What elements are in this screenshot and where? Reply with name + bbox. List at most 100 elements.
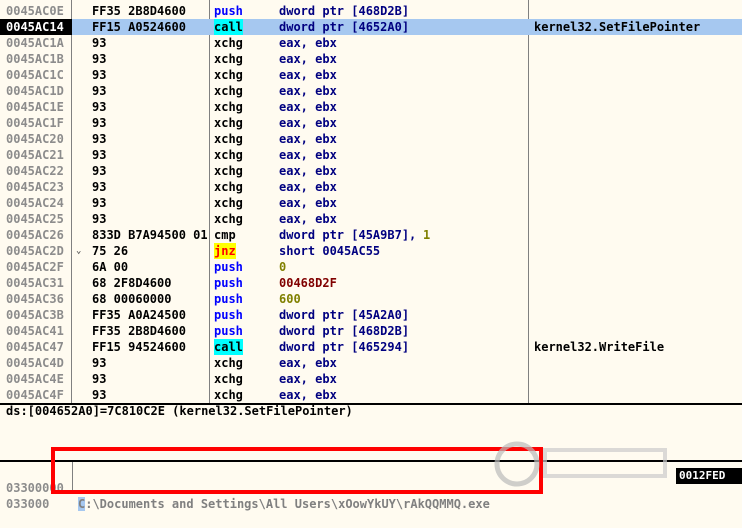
operand-immediate: 1 (423, 228, 431, 242)
hex-bytes: 833D B7A94500 01 (92, 228, 208, 242)
address: 0045AC0E (6, 4, 64, 18)
operand: dword ptr [45A9B7], (279, 228, 424, 242)
mnemonic: xchg (214, 356, 243, 370)
address: 0045AC14 (0, 19, 72, 35)
operand: short 0045AC55 (279, 244, 381, 258)
operand: eax, ebx (279, 148, 337, 162)
mnemonic: call (214, 339, 243, 355)
disasm-row[interactable]: 0045AC1D 93 xchg eax, ebx (0, 83, 742, 99)
operand: dword ptr [45A2A0] (279, 308, 410, 322)
hex-bytes: 93 (92, 100, 107, 114)
address: 0045AC20 (6, 132, 64, 146)
address: 0045AC2F (6, 260, 64, 274)
address: 0045AC1B (6, 52, 64, 66)
dump-address: 033000 (6, 497, 50, 511)
disasm-row[interactable]: 0045AC0E FF35 2B8D4600 push dword ptr [468D… (0, 3, 742, 19)
operand: eax, ebx (279, 84, 337, 98)
operand: 00468D2F (279, 276, 337, 290)
hex-bytes: FF35 A0A24500 (92, 308, 186, 322)
hex-bytes: 6A 00 (92, 260, 129, 274)
disasm-row[interactable]: 0045AC3B FF35 A0A24500 push dword ptr [45A2… (0, 307, 742, 323)
disasm-row[interactable]: 0045AC2D 75 26 ⌄ jnz short 0045AC55 (0, 243, 742, 259)
address: 0045AC47 (6, 340, 64, 354)
disasm-row[interactable]: 0045AC23 93 xchg eax, ebx (0, 179, 742, 195)
address: 0045AC3B (6, 308, 64, 322)
mnemonic: xchg (214, 388, 243, 402)
cursor-char: C (78, 497, 86, 511)
disasm-row[interactable]: 0045AC2F 6A 00 push 0 (0, 259, 742, 275)
mnemonic: push (214, 4, 243, 18)
hex-bytes: 93 (92, 148, 107, 162)
disasm-row[interactable]: 0045AC36 68 00060000 push 600 (0, 291, 742, 307)
operand: dword ptr [4652A0] (279, 20, 410, 34)
operand: dword ptr [465294] (279, 340, 410, 354)
hex-bytes: 93 (92, 68, 107, 82)
disasm-row[interactable]: 0045AC25 93 xchg eax, ebx (0, 211, 742, 227)
hex-bytes: 93 (92, 372, 107, 386)
hex-bytes: 68 2F8D4600 (92, 276, 172, 290)
hex-bytes: FF15 A0524600 (92, 20, 186, 34)
operand: 600 (279, 292, 301, 306)
disasm-row[interactable]: 0045AC24 93 xchg eax, ebx (0, 195, 742, 211)
disasm-row[interactable]: 0045AC14 FF15 A0524600 call dword ptr [4652… (0, 19, 742, 35)
mnemonic: xchg (214, 212, 243, 226)
address: 0045AC4F (6, 388, 64, 402)
hex-bytes: 75 26 (92, 244, 129, 258)
address: 0045AC25 (6, 212, 64, 226)
address: 0045AC26 (6, 228, 64, 242)
hex-bytes: 93 (92, 132, 107, 146)
disasm-row[interactable]: 0045AC1B 93 xchg eax, ebx (0, 51, 742, 67)
hex-bytes: 93 (92, 36, 107, 50)
operand: eax, ebx (279, 36, 337, 50)
address: 0045AC1E (6, 100, 64, 114)
hex-bytes: 93 (92, 84, 107, 98)
address: 0045AC1A (6, 36, 64, 50)
disasm-row[interactable]: 0045AC47 FF15 94524600 call dword ptr [4652… (0, 339, 742, 355)
hex-bytes: FF35 2B8D4600 (92, 324, 186, 338)
mnemonic: push (214, 324, 243, 338)
disasm-row[interactable]: 0045AC22 93 xchg eax, ebx (0, 163, 742, 179)
address: 0045AC31 (6, 276, 64, 290)
hex-bytes: 93 (92, 180, 107, 194)
address: 0045AC23 (6, 180, 64, 194)
disasm-row[interactable]: 0045AC21 93 xchg eax, ebx (0, 147, 742, 163)
hex-bytes: 93 (92, 116, 107, 130)
jump-arrow-icon: ⌄ (76, 246, 82, 256)
mnemonic: xchg (214, 372, 243, 386)
disasm-row[interactable]: 0045AC4F 93 xchg eax, ebx (0, 387, 742, 403)
watermark-logo (494, 441, 667, 487)
disassembly-pane[interactable]: 0045AC0E FF35 2B8D4600 push dword ptr [468D… (0, 0, 742, 405)
hex-bytes: 93 (92, 388, 107, 402)
operand: eax, ebx (279, 356, 337, 370)
mnemonic: push (214, 308, 243, 322)
address: 0045AC24 (6, 196, 64, 210)
stack-value: 0012FED (676, 468, 742, 484)
address: 0045AC41 (6, 324, 64, 338)
mnemonic: xchg (214, 164, 243, 178)
operand: eax, ebx (279, 372, 337, 386)
mnemonic: call (214, 19, 243, 35)
operand: eax, ebx (279, 388, 337, 402)
operand: eax, ebx (279, 164, 337, 178)
address: 0045AC4E (6, 372, 64, 386)
disasm-row[interactable]: 0045AC4D 93 xchg eax, ebx (0, 355, 742, 371)
hex-bytes: FF15 94524600 (92, 340, 186, 354)
disasm-row[interactable]: 0045AC1C 93 xchg eax, ebx (0, 67, 742, 83)
address: 0045AC4D (6, 356, 64, 370)
comment: kernel32.WriteFile (534, 340, 665, 354)
disasm-row[interactable]: 0045AC26 833D B7A94500 01 cmp dword ptr [45… (0, 227, 742, 243)
disasm-row[interactable]: 0045AC31 68 2F8D4600 push 00468D2F (0, 275, 742, 291)
disasm-row[interactable]: 0045AC4E 93 xchg eax, ebx (0, 371, 742, 387)
dump-ascii: C:\Documents and Settings\All Users\xOow… (78, 496, 490, 512)
address: 0045AC2D (6, 244, 64, 258)
mnemonic: xchg (214, 180, 243, 194)
info-text: ds:[004652A0]=7C810C2E (kernel32.SetFile… (6, 404, 353, 418)
disasm-row[interactable]: 0045AC20 93 xchg eax, ebx (0, 131, 742, 147)
disasm-row[interactable]: 0045AC1F 93 xchg eax, ebx (0, 115, 742, 131)
disasm-row[interactable]: 0045AC1A 93 xchg eax, ebx (0, 35, 742, 51)
hex-bytes: 68 00060000 (92, 292, 172, 306)
disasm-row[interactable]: 0045AC1E 93 xchg eax, ebx (0, 99, 742, 115)
mnemonic: xchg (214, 132, 243, 146)
highlight-box (51, 447, 543, 494)
disasm-row[interactable]: 0045AC41 FF35 2B8D4600 push dword ptr [468D… (0, 323, 742, 339)
